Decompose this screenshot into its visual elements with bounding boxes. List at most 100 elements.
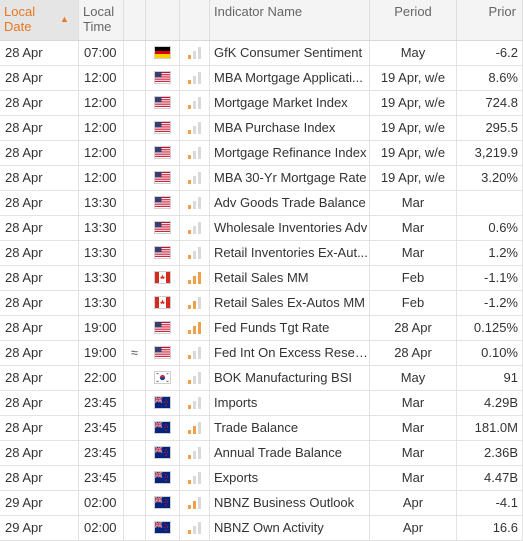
table-row[interactable]: 28 Apr 13:30 Retail Inventories Ex-Aut... M… bbox=[0, 241, 523, 266]
table-row[interactable]: 28 Apr 12:00 MBA Purchase Index 19 Apr, w/e… bbox=[0, 116, 523, 141]
table-row[interactable]: 28 Apr 23:45 Imports Mar 4.29B bbox=[0, 391, 523, 416]
row-indicator-name[interactable]: Retail Sales Ex-Autos MM bbox=[210, 291, 370, 315]
table-row[interactable]: 29 Apr 02:00 NBNZ Business Outlook Apr -4.1 bbox=[0, 491, 523, 516]
row-prior: 16.6 bbox=[492, 520, 518, 535]
importance-bar bbox=[188, 205, 191, 209]
importance-bar bbox=[193, 251, 196, 259]
importance-bar bbox=[188, 80, 191, 84]
row-symbol bbox=[124, 416, 146, 440]
row-indicator-name[interactable]: Retail Inventories Ex-Aut... bbox=[210, 241, 370, 265]
row-country bbox=[146, 216, 180, 240]
row-time: 12:00 bbox=[79, 116, 124, 140]
row-indicator-name[interactable]: Trade Balance bbox=[210, 416, 370, 440]
row-country bbox=[146, 491, 180, 515]
importance-bar bbox=[198, 322, 201, 334]
table-row[interactable]: 28 Apr 19:00 Fed Funds Tgt Rate 28 Apr 0.125… bbox=[0, 316, 523, 341]
row-date: 28 Apr bbox=[0, 166, 79, 190]
header-prior[interactable]: Prior bbox=[457, 0, 523, 40]
row-importance bbox=[180, 166, 210, 190]
row-symbol bbox=[124, 66, 146, 90]
table-row[interactable]: 28 Apr 12:00 MBA Mortgage Applicati... 19 A… bbox=[0, 66, 523, 91]
importance-bars-icon bbox=[188, 472, 202, 484]
importance-bar bbox=[193, 301, 196, 309]
row-indicator-name[interactable]: Annual Trade Balance bbox=[210, 441, 370, 465]
importance-bar bbox=[188, 430, 191, 434]
importance-bars-icon bbox=[188, 97, 202, 109]
importance-bar bbox=[193, 126, 196, 134]
table-row[interactable]: 28 Apr 23:45 Trade Balance Mar 181.0M bbox=[0, 416, 523, 441]
table-row[interactable]: 28 Apr 07:00 GfK Consumer Sentiment May -6.2 bbox=[0, 41, 523, 66]
header-indicator-name[interactable]: Indicator Name bbox=[210, 0, 370, 40]
importance-bar bbox=[193, 401, 196, 409]
row-country bbox=[146, 366, 180, 390]
importance-bars-icon bbox=[188, 372, 202, 384]
row-indicator-name[interactable]: Wholesale Inventories Adv bbox=[210, 216, 370, 240]
row-period: 19 Apr, w/e bbox=[370, 141, 457, 165]
rows-container: 28 Apr 07:00 GfK Consumer Sentiment May -6.2… bbox=[0, 41, 523, 541]
importance-bar bbox=[188, 530, 191, 534]
row-date: 28 Apr bbox=[0, 316, 79, 340]
canada-flag-icon bbox=[154, 296, 171, 309]
row-indicator-name[interactable]: MBA 30-Yr Mortgage Rate bbox=[210, 166, 370, 190]
row-indicator-name[interactable]: NBNZ Own Activity bbox=[210, 516, 370, 540]
row-indicator-name[interactable]: Fed Int On Excess Reser... bbox=[210, 341, 370, 365]
header-period[interactable]: Period bbox=[370, 0, 457, 40]
row-indicator-name[interactable]: NBNZ Business Outlook bbox=[210, 491, 370, 515]
importance-bar bbox=[193, 201, 196, 209]
importance-bar bbox=[198, 122, 201, 134]
table-row[interactable]: 28 Apr 13:30 Retail Sales Ex-Autos MM Feb -1… bbox=[0, 291, 523, 316]
importance-bars-icon bbox=[188, 197, 202, 209]
importance-bar bbox=[193, 51, 196, 59]
table-row[interactable]: 28 Apr 19:00 ≈ Fed Int On Excess Reser... 28… bbox=[0, 341, 523, 366]
row-country bbox=[146, 316, 180, 340]
us-flag-icon bbox=[154, 146, 171, 159]
row-indicator-name[interactable]: Fed Funds Tgt Rate bbox=[210, 316, 370, 340]
row-indicator-name[interactable]: Imports bbox=[210, 391, 370, 415]
row-country bbox=[146, 41, 180, 65]
row-period: 19 Apr, w/e bbox=[370, 66, 457, 90]
importance-bar bbox=[198, 397, 201, 409]
row-period: 19 Apr, w/e bbox=[370, 166, 457, 190]
row-country bbox=[146, 291, 180, 315]
importance-bars-icon bbox=[188, 172, 202, 184]
row-indicator-name[interactable]: MBA Purchase Index bbox=[210, 116, 370, 140]
us-flag-icon bbox=[154, 71, 171, 84]
table-row[interactable]: 28 Apr 13:30 Retail Sales MM Feb -1.1% bbox=[0, 266, 523, 291]
row-indicator-name[interactable]: BOK Manufacturing BSI bbox=[210, 366, 370, 390]
row-symbol bbox=[124, 441, 146, 465]
importance-bar bbox=[193, 326, 196, 334]
table-row[interactable]: 28 Apr 13:30 Adv Goods Trade Balance Mar bbox=[0, 191, 523, 216]
row-indicator-name[interactable]: GfK Consumer Sentiment bbox=[210, 41, 370, 65]
header-local-time[interactable]: Local Time bbox=[79, 0, 124, 40]
new-zealand-flag-icon bbox=[154, 521, 171, 534]
row-importance bbox=[180, 391, 210, 415]
importance-bar bbox=[198, 72, 201, 84]
table-row[interactable]: 29 Apr 02:00 NBNZ Own Activity Apr 16.6 bbox=[0, 516, 523, 541]
row-time: 12:00 bbox=[79, 91, 124, 115]
table-row[interactable]: 28 Apr 23:45 Annual Trade Balance Mar 2.36B bbox=[0, 441, 523, 466]
importance-bars-icon bbox=[188, 47, 202, 59]
new-zealand-flag-icon bbox=[154, 471, 171, 484]
row-indicator-name[interactable]: Mortgage Refinance Index bbox=[210, 141, 370, 165]
row-importance bbox=[180, 291, 210, 315]
importance-bar bbox=[198, 247, 201, 259]
table-row[interactable]: 28 Apr 23:45 Exports Mar 4.47B bbox=[0, 466, 523, 491]
row-country bbox=[146, 266, 180, 290]
row-country bbox=[146, 516, 180, 540]
row-symbol bbox=[124, 291, 146, 315]
table-row[interactable]: 28 Apr 12:00 Mortgage Market Index 19 Apr, … bbox=[0, 91, 523, 116]
row-indicator-name[interactable]: Adv Goods Trade Balance bbox=[210, 191, 370, 215]
table-row[interactable]: 28 Apr 22:00 BOK Manufacturing BSI May 91 bbox=[0, 366, 523, 391]
table-row[interactable]: 28 Apr 13:30 Wholesale Inventories Adv Mar 0… bbox=[0, 216, 523, 241]
table-row[interactable]: 28 Apr 12:00 MBA 30-Yr Mortgage Rate 19 Apr… bbox=[0, 166, 523, 191]
row-indicator-name[interactable]: Mortgage Market Index bbox=[210, 91, 370, 115]
row-importance bbox=[180, 241, 210, 265]
row-period: Mar bbox=[370, 416, 457, 440]
row-prior: 8.6% bbox=[488, 70, 518, 85]
row-indicator-name[interactable]: MBA Mortgage Applicati... bbox=[210, 66, 370, 90]
header-local-date[interactable]: Local Date ▲ bbox=[0, 0, 79, 40]
table-row[interactable]: 28 Apr 12:00 Mortgage Refinance Index 19 Ap… bbox=[0, 141, 523, 166]
row-indicator-name[interactable]: Retail Sales MM bbox=[210, 266, 370, 290]
row-indicator-name[interactable]: Exports bbox=[210, 466, 370, 490]
row-importance bbox=[180, 516, 210, 540]
